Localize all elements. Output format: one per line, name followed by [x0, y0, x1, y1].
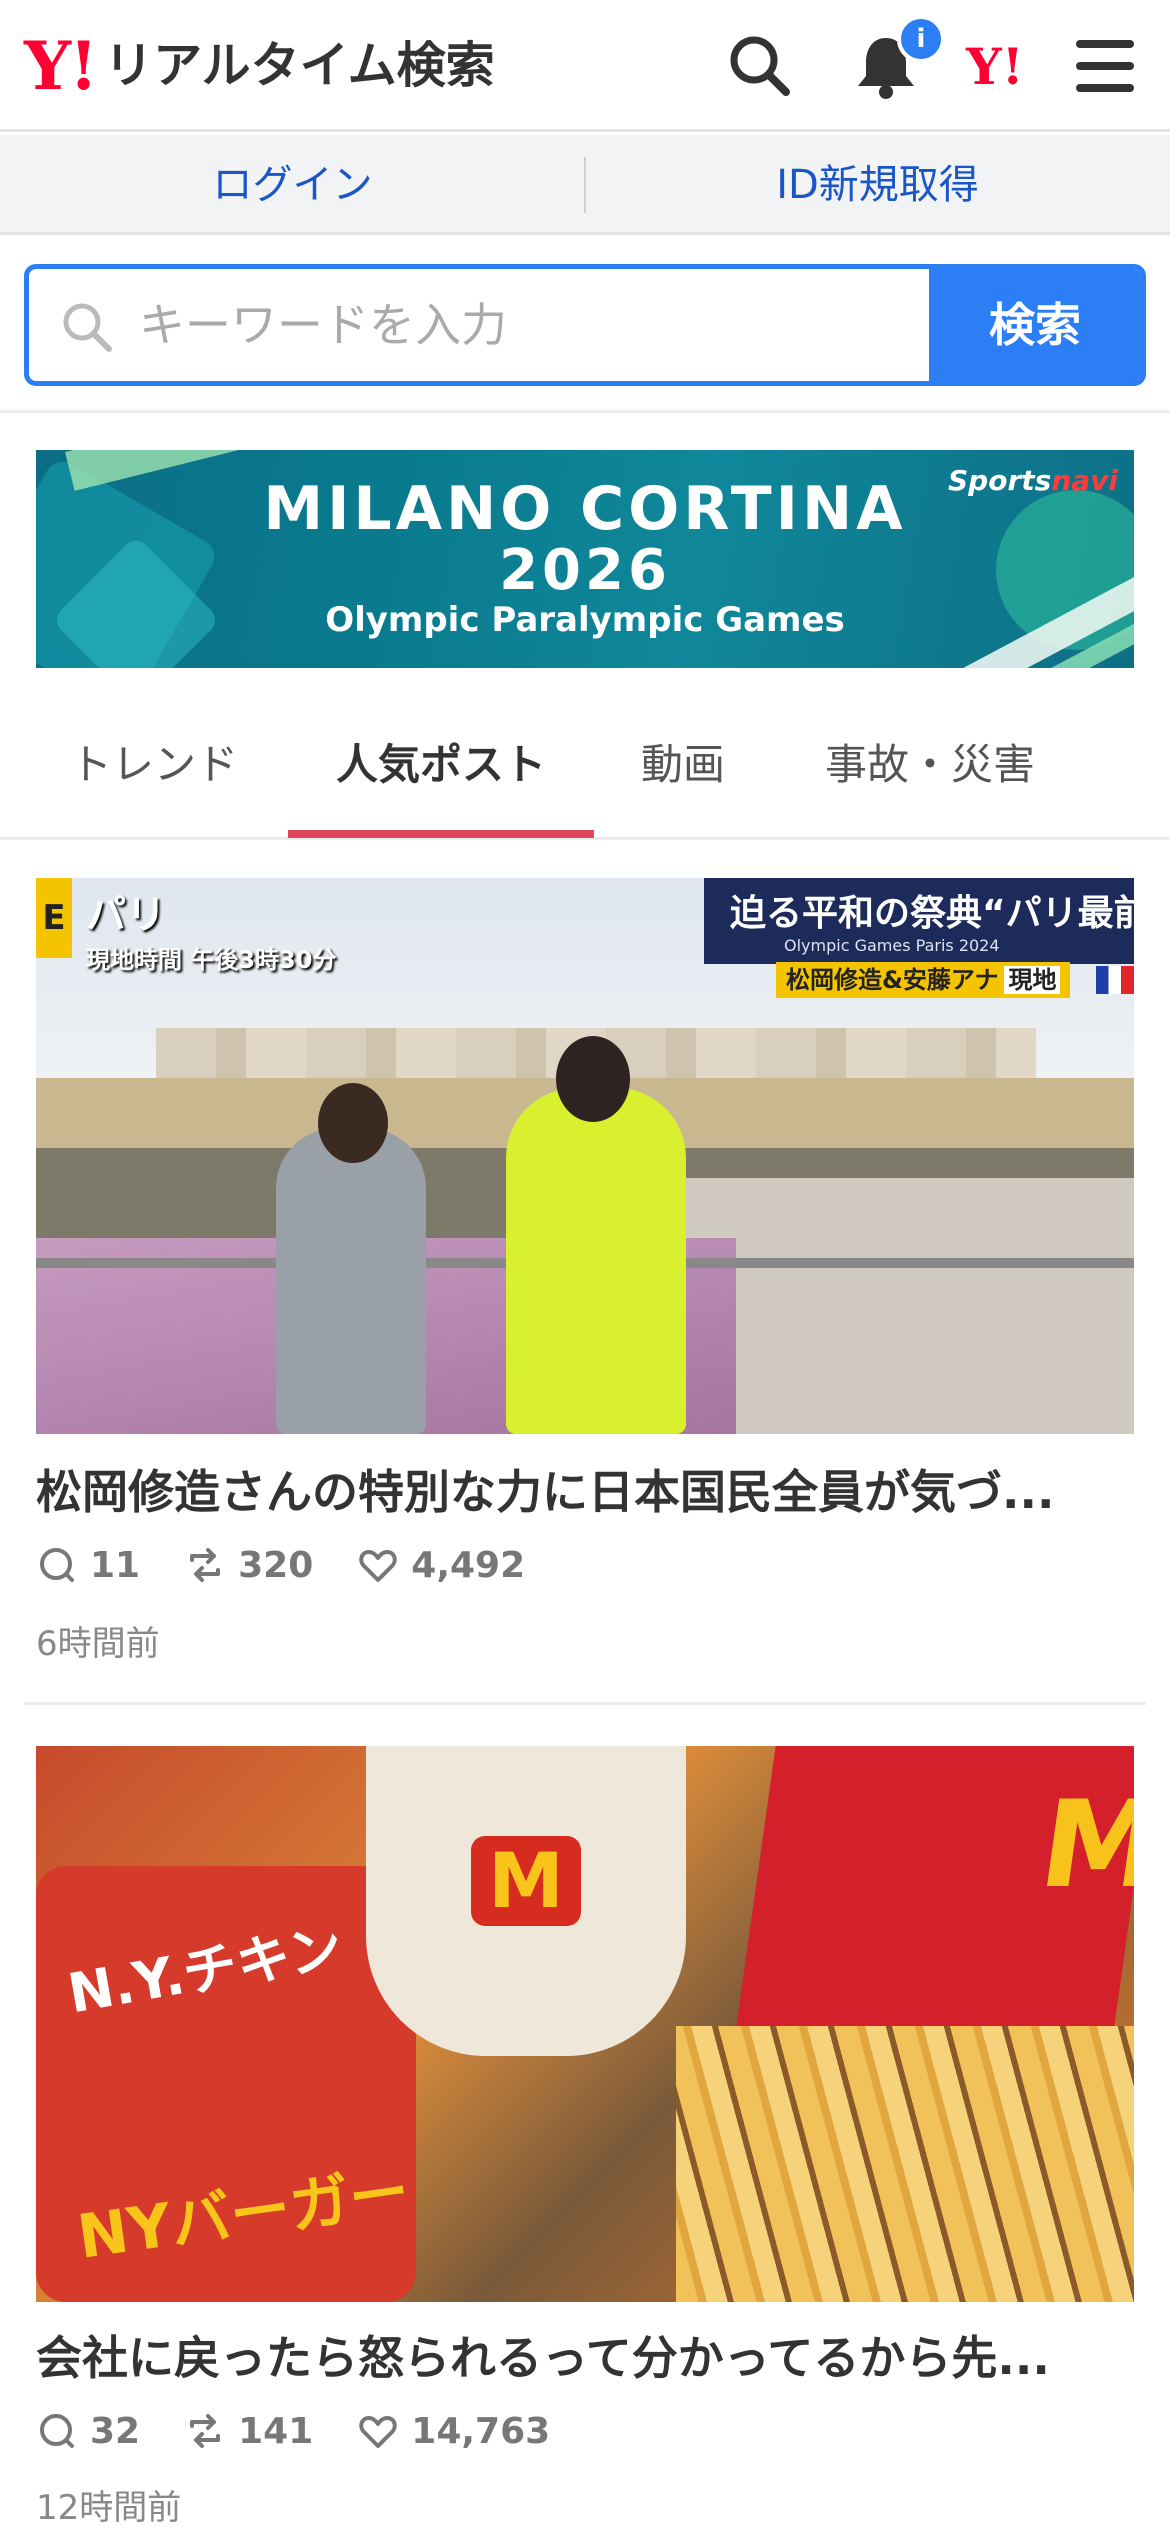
- like-count[interactable]: 4,492: [357, 1544, 525, 1586]
- post-image[interactable]: N.Y.チキン NYバーガー M M: [36, 1746, 1134, 2302]
- overlay-onsite: 現地: [1004, 966, 1061, 994]
- repost-count-value: 141: [238, 2410, 314, 2452]
- repost-count-value: 320: [238, 1544, 314, 1586]
- banner-year: 2026: [499, 538, 671, 603]
- section-divider: [0, 410, 1170, 413]
- overlay-local-time: 現地時間 午後3時30分: [86, 946, 337, 974]
- post-divider: [24, 1702, 1146, 1705]
- tab-accident-disaster[interactable]: 事故・災害: [800, 690, 1060, 840]
- app-header: Y! リアルタイム検索 i Y!: [0, 0, 1170, 132]
- auth-divider: [584, 157, 586, 213]
- olympics-banner[interactable]: MILANO CORTINA 2026 Olympic Paralympic G…: [36, 450, 1134, 668]
- like-count-value: 4,492: [411, 1544, 526, 1586]
- banner-subtitle: Olympic Paralympic Games: [325, 600, 845, 640]
- signup-link[interactable]: ID新規取得: [585, 135, 1170, 232]
- like-count[interactable]: 14,763: [357, 2410, 550, 2452]
- reply-count-value: 32: [90, 2410, 141, 2452]
- post-title[interactable]: 会社に戻ったら怒られるって分かってるから先...: [36, 2322, 1134, 2388]
- post-stats: 11 320 4,492: [36, 1544, 569, 1586]
- yahoo-home-icon[interactable]: Y!: [966, 32, 1024, 102]
- reply-icon: [40, 2414, 74, 2448]
- french-fries: [676, 2026, 1134, 2302]
- yahoo-logo-mark: Y!: [24, 27, 98, 105]
- scene-pavement: [676, 1178, 1134, 1434]
- overlay-location: パリ: [86, 892, 166, 938]
- broadcast-headline-overlay: 迫る平和の祭典“パリ最前 Olympic Games Paris 2024: [704, 878, 1134, 964]
- post-title[interactable]: 松岡修造さんの特別な力に日本国民全員が気づ...: [36, 1456, 1134, 1522]
- post-timestamp: 6時間前: [36, 1624, 160, 1664]
- wrapper-text: N.Y.チキン: [63, 1915, 348, 2026]
- search-icon[interactable]: [722, 28, 798, 104]
- login-link[interactable]: ログイン: [0, 135, 585, 232]
- reporter-figure: [276, 1128, 426, 1434]
- yahoo-realtime-logo[interactable]: Y! リアルタイム検索: [24, 26, 495, 106]
- category-tabs: トレンド 人気ポスト 動画 事故・災害: [0, 690, 1170, 840]
- logo-text: リアルタイム検索: [104, 37, 495, 94]
- overlay-names-text: 松岡修造&安藤アナ: [786, 966, 999, 994]
- burger-wrapper: N.Y.チキン NYバーガー: [36, 1866, 416, 2302]
- like-count-value: 14,763: [411, 2410, 551, 2452]
- mcdonalds-logo: M: [471, 1836, 581, 1926]
- wrapper-text: NYバーガー: [73, 2157, 414, 2273]
- reporter-figure: [506, 1088, 686, 1434]
- reply-count-value: 11: [90, 1544, 141, 1586]
- search-button[interactable]: 検索: [929, 269, 1141, 381]
- channel-tag: E: [36, 878, 72, 958]
- repost-count[interactable]: 320: [184, 1544, 313, 1586]
- fries-box: M: [736, 1746, 1134, 2026]
- sportsnavi-logo-navi: navi: [1051, 464, 1118, 497]
- sportsnavi-logo: Sportsnavi: [948, 464, 1118, 497]
- search-input[interactable]: [139, 269, 939, 381]
- heart-icon: [359, 1550, 397, 1582]
- tab-trend[interactable]: トレンド: [48, 690, 260, 840]
- reply-count[interactable]: 32: [36, 2410, 140, 2452]
- reply-count[interactable]: 11: [36, 1544, 140, 1586]
- overlay-headline: 迫る平和の祭典“パリ最前: [730, 893, 1134, 934]
- tab-video[interactable]: 動画: [610, 690, 756, 840]
- broadcast-location-overlay: E パリ 現地時間 午後3時30分: [36, 878, 416, 978]
- tab-popular-posts[interactable]: 人気ポスト: [288, 690, 594, 840]
- mcdonalds-logo: M: [1031, 1776, 1134, 1915]
- heart-icon: [359, 2416, 397, 2448]
- hamburger-menu-icon[interactable]: [1068, 28, 1144, 104]
- reporter-head: [318, 1083, 388, 1163]
- reporter-head: [556, 1036, 630, 1122]
- notification-badge: i: [897, 15, 945, 63]
- sportsnavi-logo-sports: Sports: [948, 464, 1052, 497]
- search-box: 検索: [24, 264, 1146, 386]
- france-flag-icon: [1096, 966, 1134, 994]
- overlay-names: 松岡修造&安藤アナ 現地: [776, 962, 1071, 998]
- post-stats: 32 141 14,763: [36, 2410, 594, 2452]
- auth-bar: ログイン ID新規取得: [0, 135, 1170, 235]
- post-timestamp: 12時間前: [36, 2488, 182, 2528]
- search-field-icon: [57, 297, 117, 357]
- post-image[interactable]: E パリ 現地時間 午後3時30分 迫る平和の祭典“パリ最前 Olympic G…: [36, 878, 1134, 1434]
- repost-icon: [190, 2414, 221, 2448]
- repost-count[interactable]: 141: [184, 2410, 313, 2452]
- overlay-subheadline: Olympic Games Paris 2024: [784, 936, 1000, 955]
- active-tab-indicator: [288, 830, 594, 838]
- reply-icon: [40, 1548, 74, 1582]
- repost-icon: [190, 1548, 221, 1582]
- drink-cup: M: [366, 1746, 686, 2056]
